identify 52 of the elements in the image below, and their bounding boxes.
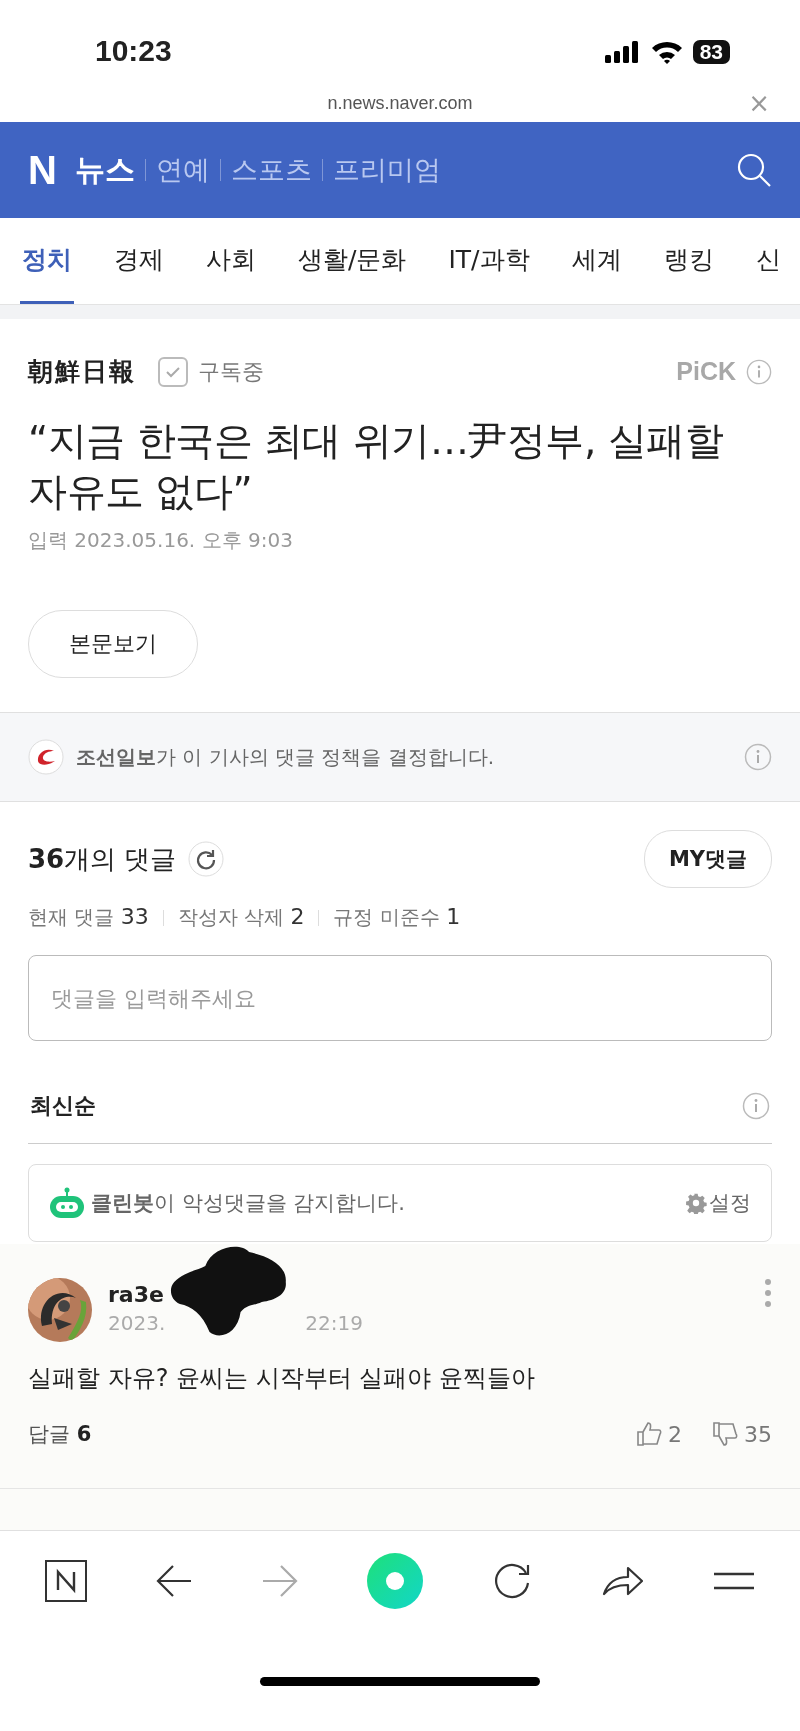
- pick-label: PiCK: [676, 357, 736, 386]
- news-title[interactable]: 뉴스: [74, 149, 135, 191]
- url-text: n.news.naver.com: [327, 92, 473, 114]
- category-tab[interactable]: 세계: [569, 218, 624, 304]
- home-indicator[interactable]: [260, 1676, 540, 1686]
- refresh-icon[interactable]: [188, 841, 225, 878]
- my-comments-button[interactable]: MY댓글: [643, 830, 772, 889]
- category-tab[interactable]: 경제: [112, 218, 166, 304]
- gear-icon: [685, 1192, 707, 1215]
- search-icon[interactable]: [736, 152, 772, 188]
- status-time: 10:23: [95, 34, 172, 69]
- view-body-button[interactable]: 본문보기: [28, 610, 198, 679]
- robot-icon: [49, 1187, 85, 1220]
- menu-icon[interactable]: [713, 1571, 756, 1591]
- comment-count: 36개의 댓글: [28, 842, 177, 876]
- home-icon[interactable]: [44, 1560, 87, 1602]
- thumbs-up-icon: [636, 1421, 662, 1448]
- category-tab[interactable]: 신: [753, 218, 783, 304]
- subscribe-label: 구독중: [198, 357, 264, 386]
- signal-icon: [604, 41, 641, 63]
- category-tab[interactable]: IT/과학: [446, 218, 532, 304]
- circle-dot-icon[interactable]: [366, 1553, 423, 1609]
- comment-input[interactable]: 댓글을 입력해주세요: [28, 955, 772, 1042]
- comment-time: 22:19: [305, 1311, 363, 1336]
- policy-text: 조선일보가 이 기사의 댓글 정책을 결정합니다.: [76, 743, 495, 771]
- comment-stat: 현재 댓글 33: [28, 904, 149, 932]
- category-tab[interactable]: 사회: [204, 218, 258, 304]
- cleanbot-text: 클린봇이 악성댓글을 감지합니다.: [91, 1190, 406, 1218]
- press-logo-icon: [28, 739, 64, 776]
- dislike-button[interactable]: 35: [712, 1421, 772, 1448]
- date-label: 입력: [28, 528, 68, 553]
- comment-stat: 작성자 삭제 2: [177, 904, 305, 932]
- press-name[interactable]: 朝鮮日報: [28, 355, 136, 388]
- subscribe-checkbox[interactable]: [158, 356, 188, 387]
- sort-label[interactable]: 최신순: [30, 1091, 96, 1122]
- back-icon[interactable]: [156, 1564, 193, 1598]
- comment-text: 실패할 자유? 윤씨는 시작부터 실패야 윤찍들아: [28, 1363, 536, 1395]
- comment-stat: 규정 미준수 1: [333, 904, 461, 932]
- comment-date: 2023.: [108, 1311, 166, 1336]
- logo[interactable]: N: [28, 147, 57, 193]
- wifi-icon: [650, 40, 683, 64]
- username[interactable]: ra3e: [108, 1278, 164, 1308]
- replies-link[interactable]: 답글 6: [28, 1420, 92, 1449]
- settings-link[interactable]: 설정: [685, 1189, 751, 1218]
- battery-level: 83: [692, 40, 730, 64]
- article-date: 2023.05.16. 오후 9:03: [74, 528, 293, 553]
- check-icon: [165, 365, 181, 378]
- article-title: “지금 한국은 최대 위기…尹정부, 실패할 자유도 없다”: [28, 417, 725, 516]
- category-tab[interactable]: 랭킹: [661, 218, 716, 304]
- thumbs-down-icon: [712, 1421, 738, 1448]
- category-tab[interactable]: 생활/문화: [296, 218, 409, 304]
- like-button[interactable]: 2: [636, 1421, 682, 1448]
